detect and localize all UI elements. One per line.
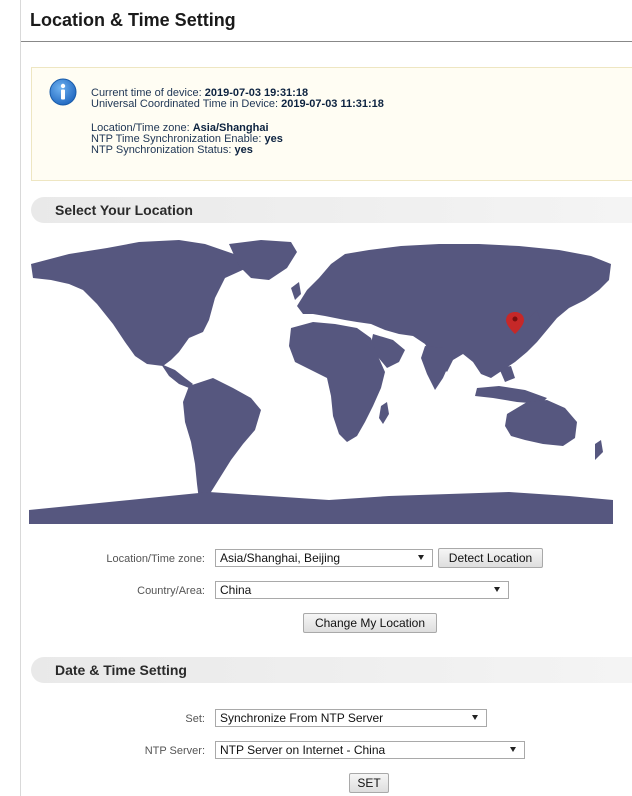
world-map-image[interactable]	[29, 238, 613, 524]
utc-time-value: 2019-07-03 11:31:18	[281, 98, 384, 110]
location-section-title: Select Your Location	[55, 202, 193, 218]
timezone-label: Location/Time zone:	[106, 553, 205, 565]
utc-time-row: Universal Coordinated Time in Device: 20…	[91, 99, 384, 110]
detect-location-button[interactable]: Detect Location	[438, 548, 543, 568]
utc-time-label: Universal Coordinated Time in Device:	[91, 98, 279, 110]
ntp-server-label: NTP Server:	[144, 745, 205, 757]
location-section-header: Select Your Location	[31, 197, 632, 223]
ntp-server-select[interactable]: NTP Server on Internet - China	[215, 741, 525, 759]
device-time-info-panel: Current time of device: 2019-07-03 19:31…	[31, 67, 632, 181]
country-selected-value: China	[220, 583, 252, 597]
change-location-button[interactable]: Change My Location	[303, 613, 437, 633]
timezone-select[interactable]: Asia/Shanghai, Beijing	[215, 549, 433, 567]
datetime-section-title: Date & Time Setting	[55, 662, 187, 678]
set-mode-label: Set:	[185, 713, 205, 725]
chevron-down-icon	[494, 587, 500, 592]
page-container: Location & Time Setting Current time of …	[20, 0, 632, 796]
country-label: Country/Area:	[137, 585, 205, 597]
info-icon	[49, 78, 77, 106]
title-divider	[21, 41, 632, 42]
ntp-enable-value: yes	[264, 133, 283, 145]
set-mode-select[interactable]: Synchronize From NTP Server	[215, 709, 487, 727]
ntp-status-value: yes	[234, 144, 253, 156]
ntp-server-selected-value: NTP Server on Internet - China	[220, 743, 386, 757]
chevron-down-icon	[472, 715, 478, 720]
ntp-status-label: NTP Synchronization Status:	[91, 144, 232, 156]
datetime-section-header: Date & Time Setting	[31, 657, 632, 683]
set-button[interactable]: SET	[349, 773, 389, 793]
world-map[interactable]	[29, 238, 613, 524]
set-mode-selected-value: Synchronize From NTP Server	[220, 711, 384, 725]
ntp-status-row: NTP Synchronization Status: yes	[91, 145, 384, 156]
chevron-down-icon	[418, 555, 424, 560]
timezone-selected-value: Asia/Shanghai, Beijing	[220, 551, 341, 565]
country-select[interactable]: China	[215, 581, 509, 599]
page-title: Location & Time Setting	[30, 10, 236, 30]
chevron-down-icon	[510, 747, 516, 752]
